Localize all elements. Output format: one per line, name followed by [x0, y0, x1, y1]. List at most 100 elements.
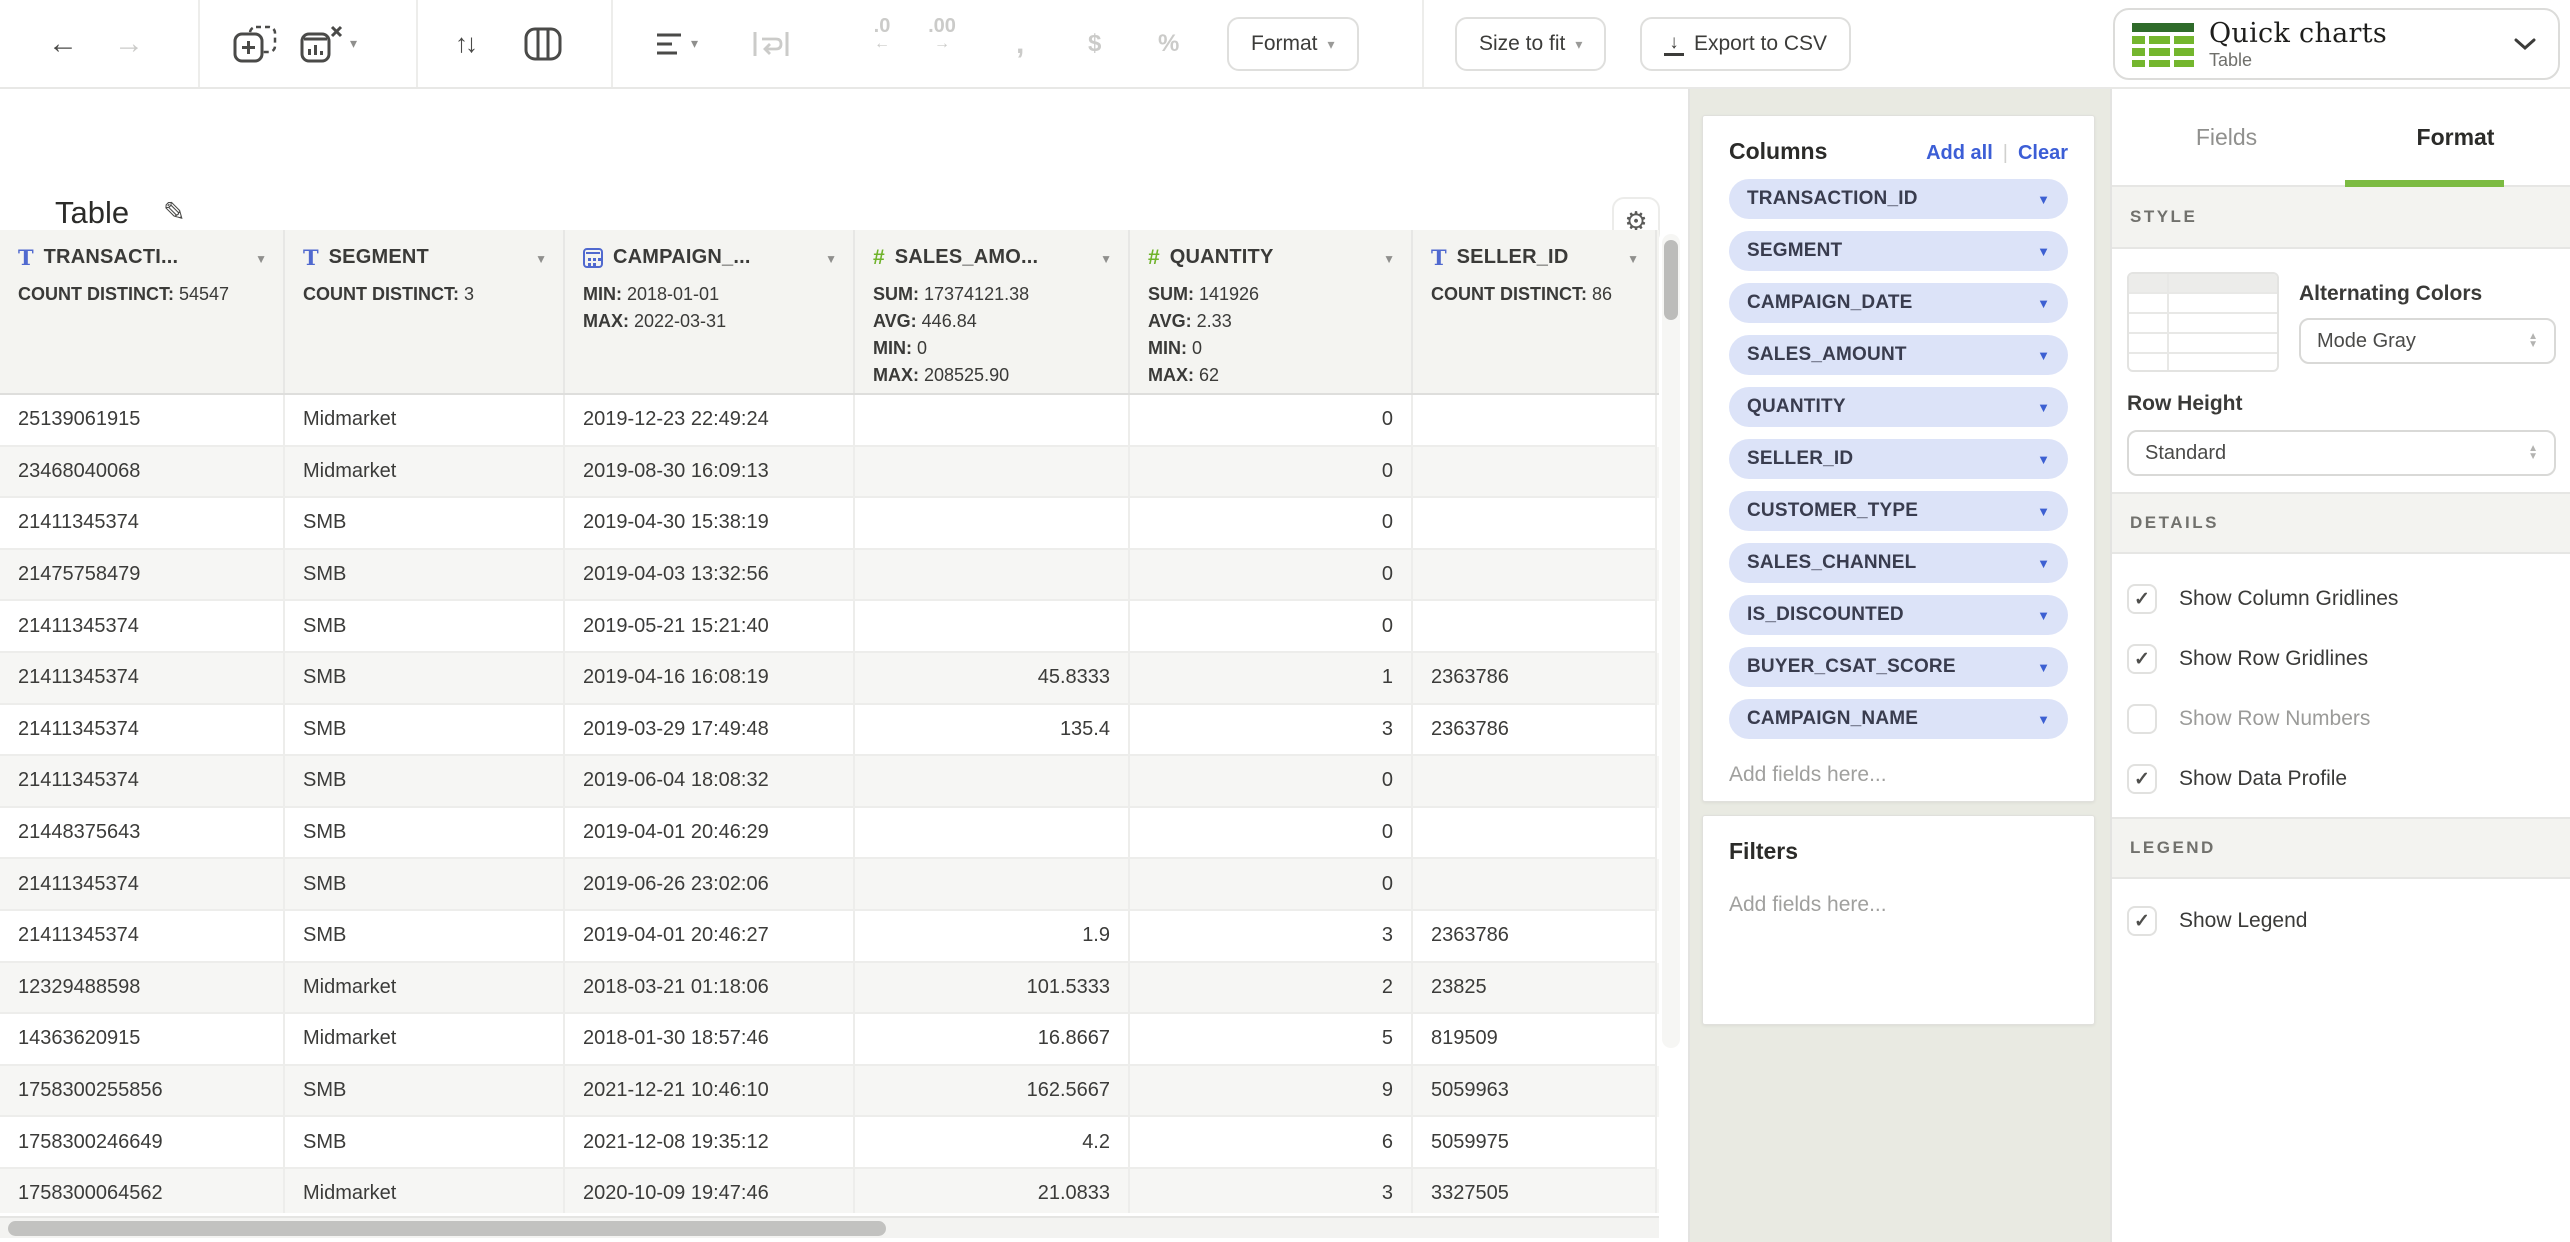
- toolbar-divider: [1422, 0, 1424, 87]
- add-column-icon[interactable]: [233, 0, 277, 87]
- edit-title-icon[interactable]: ✎: [163, 197, 186, 228]
- column-header-segment[interactable]: TSEGMENT▼ COUNT DISTINCT: 3: [285, 230, 565, 393]
- text-align-icon[interactable]: ▾: [655, 0, 698, 87]
- checkbox-unchecked-icon[interactable]: [2127, 704, 2157, 734]
- vertical-scrollbar-thumb[interactable]: [1664, 240, 1678, 320]
- column-pill-campaign-date[interactable]: CAMPAIGN_DATE▼: [1729, 283, 2068, 323]
- filters-add-fields-placeholder[interactable]: Add fields here...: [1703, 865, 2094, 929]
- download-icon: ↓: [1664, 33, 1684, 56]
- column-pill-customer-type[interactable]: CUSTOMER_TYPE▼: [1729, 491, 2068, 531]
- cell-seller-id: 2363786: [1413, 705, 1657, 757]
- remove-column-icon[interactable]: ▾: [300, 0, 357, 87]
- cell-segment: SMB: [285, 498, 565, 550]
- cell-transaction-id: 21411345374: [0, 498, 285, 550]
- back-button[interactable]: ←: [48, 0, 78, 87]
- row-height-label: Row Height: [2127, 392, 2243, 416]
- checkbox-checked-icon[interactable]: ✓: [2127, 906, 2157, 936]
- column-name: SEGMENT: [329, 246, 429, 269]
- chevron-down-icon[interactable]: ▼: [825, 252, 837, 266]
- column-header-top: TSEGMENT: [285, 230, 563, 269]
- column-header-campaign-date[interactable]: CAMPAIGN_...▼MIN: 2018-01-01MAX: 2022-03…: [565, 230, 855, 393]
- legend-section-header: LEGEND: [2112, 817, 2570, 879]
- chevron-down-icon[interactable]: ▼: [1100, 252, 1112, 266]
- increase-decimal-icon[interactable]: .00 →: [918, 16, 966, 54]
- column-pill-sales-channel[interactable]: SALES_CHANNEL▼: [1729, 543, 2068, 583]
- checkbox-checked-icon[interactable]: ✓: [2127, 584, 2157, 614]
- chart-title[interactable]: Table: [55, 195, 129, 231]
- cell-quantity: 0: [1130, 447, 1413, 499]
- sort-rows-icon[interactable]: ↑↓: [455, 0, 475, 87]
- currency-format-icon[interactable]: $: [1088, 0, 1101, 87]
- size-to-fit-dropdown[interactable]: Size to fit ▾: [1455, 17, 1606, 71]
- column-name: TRANSACTI...: [44, 246, 179, 269]
- chart-type-selector[interactable]: Quick charts Table: [2113, 8, 2560, 80]
- tab-format[interactable]: Format: [2341, 89, 2570, 185]
- stat-min-: MIN: 0: [1148, 335, 1395, 362]
- column-header-transaction-id[interactable]: TTRANSACTI...▼COUNT DISTINCT: 54547: [0, 230, 285, 393]
- column-pill-segment[interactable]: SEGMENT▼: [1729, 231, 2068, 271]
- forward-button[interactable]: →: [114, 0, 144, 87]
- column-header-sales-amount[interactable]: #SALES_AMO...▼SUM: 17374121.38AVG: 446.8…: [855, 230, 1130, 393]
- chevron-down-icon[interactable]: ▼: [1383, 252, 1395, 266]
- cell-campaign-date: 2018-01-30 18:57:46: [565, 1014, 855, 1066]
- cell-sales-amount: [855, 447, 1130, 499]
- clear-link[interactable]: Clear: [2018, 142, 2068, 165]
- tab-fields[interactable]: Fields: [2112, 89, 2341, 185]
- cell-transaction-id: 1758300064562: [0, 1169, 285, 1213]
- export-csv-button[interactable]: ↓ Export to CSV: [1640, 17, 1851, 71]
- cell-segment: SMB: [285, 1066, 565, 1118]
- number-type-icon: #: [873, 248, 885, 268]
- cell-transaction-id: 12329488598: [0, 963, 285, 1015]
- comma-format-icon[interactable]: ,: [1016, 0, 1024, 87]
- decrease-decimal-icon[interactable]: .0 ←: [858, 16, 906, 54]
- cell-seller-id: [1413, 550, 1657, 602]
- cell-quantity: 0: [1130, 808, 1413, 860]
- cell-campaign-date: 2019-03-29 17:49:48: [565, 705, 855, 757]
- alternating-colors-select[interactable]: Mode Gray ▲▼: [2299, 318, 2556, 364]
- horizontal-scrollbar-thumb[interactable]: [8, 1221, 886, 1236]
- column-name: QUANTITY: [1170, 246, 1274, 269]
- column-width-icon[interactable]: [524, 0, 562, 87]
- toolbar-divider: [416, 0, 418, 87]
- column-stats: COUNT DISTINCT: 3: [285, 269, 563, 308]
- add-all-link[interactable]: Add all: [1926, 142, 1993, 165]
- cell-quantity: 6: [1130, 1117, 1413, 1169]
- horizontal-scrollbar[interactable]: [0, 1216, 1659, 1238]
- column-pill-quantity[interactable]: QUANTITY▼: [1729, 387, 2068, 427]
- checkbox-checked-icon[interactable]: ✓: [2127, 644, 2157, 674]
- cell-transaction-id: 14363620915: [0, 1014, 285, 1066]
- column-pill-is-discounted[interactable]: IS_DISCOUNTED▼: [1729, 595, 2068, 635]
- table-row: 1758300064562Midmarket2020-10-09 19:47:4…: [0, 1169, 1659, 1213]
- column-pill-campaign-name[interactable]: CAMPAIGN_NAME▼: [1729, 699, 2068, 739]
- columns-add-fields-placeholder[interactable]: Add fields here...: [1703, 751, 2094, 799]
- percent-format-icon[interactable]: %: [1158, 0, 1179, 87]
- wrap-text-icon[interactable]: [752, 0, 790, 87]
- option-show-data-profile: ✓ Show Data Profile: [2127, 764, 2347, 794]
- chevron-down-icon[interactable]: ▼: [1627, 252, 1639, 266]
- table-row: 21448375643SMB2019-04-01 20:46:290: [0, 808, 1659, 860]
- row-height-select[interactable]: Standard ▲▼: [2127, 430, 2556, 476]
- chevron-down-icon[interactable]: ▼: [535, 252, 547, 266]
- stat-count-distinct-: COUNT DISTINCT: 86: [1431, 281, 1639, 308]
- chevron-down-icon: ▾: [1575, 36, 1582, 53]
- option-label: Show Row Numbers: [2179, 707, 2370, 731]
- cell-quantity: 9: [1130, 1066, 1413, 1118]
- cell-campaign-date: 2021-12-08 19:35:12: [565, 1117, 855, 1169]
- vertical-scrollbar[interactable]: [1662, 234, 1680, 1048]
- column-pill-label: IS_DISCOUNTED: [1747, 604, 1904, 626]
- format-dropdown[interactable]: Format ▾: [1227, 17, 1359, 71]
- chevron-down-icon[interactable]: ▼: [255, 252, 267, 266]
- column-header-quantity[interactable]: #QUANTITY▼SUM: 141926AVG: 2.33MIN: 0MAX:…: [1130, 230, 1413, 393]
- column-pill-transaction-id[interactable]: TRANSACTION_ID▼: [1729, 179, 2068, 219]
- checkbox-checked-icon[interactable]: ✓: [2127, 764, 2157, 794]
- column-pill-sales-amount[interactable]: SALES_AMOUNT▼: [1729, 335, 2068, 375]
- cell-sales-amount: 45.8333: [855, 653, 1130, 705]
- column-header-seller-id[interactable]: TSELLER_ID▼COUNT DISTINCT: 86: [1413, 230, 1657, 393]
- option-label: Show Data Profile: [2179, 767, 2347, 791]
- cell-transaction-id: 21411345374: [0, 601, 285, 653]
- column-pill-buyer-csat-score[interactable]: BUYER_CSAT_SCORE▼: [1729, 647, 2068, 687]
- column-stats: COUNT DISTINCT: 54547: [0, 269, 283, 308]
- cell-sales-amount: 162.5667: [855, 1066, 1130, 1118]
- column-pill-seller-id[interactable]: SELLER_ID▼: [1729, 439, 2068, 479]
- columns-panel-title: Columns: [1729, 138, 1827, 165]
